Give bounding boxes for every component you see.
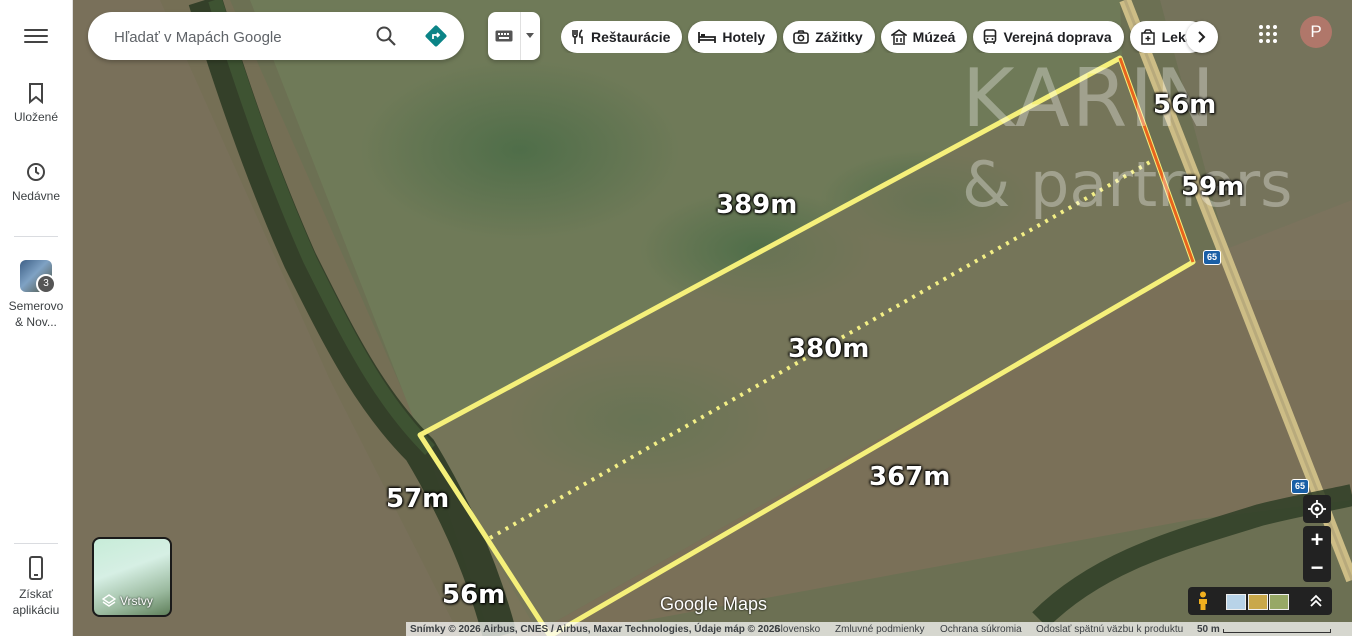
apps-grid-icon[interactable] — [1258, 24, 1278, 44]
imagery-tray — [1188, 587, 1332, 615]
bus-icon — [984, 29, 997, 44]
zoom-out-button[interactable]: − — [1303, 554, 1331, 582]
sidebar-item-saved[interactable]: Uložené — [0, 82, 72, 124]
chip-label: Hotely — [722, 29, 766, 45]
pegman-icon[interactable] — [1196, 591, 1210, 611]
measurement-left-lower: 56m — [442, 580, 506, 610]
country-link[interactable]: Slovensko — [774, 624, 820, 635]
measurement-left-upper: 57m — [386, 484, 450, 514]
chip-label: Reštaurácie — [591, 29, 671, 45]
feedback-link[interactable]: Odoslať spätnú väzbu k produktu — [1036, 624, 1183, 635]
layers-button[interactable]: Vrstvy — [92, 537, 172, 617]
keyboard-icon — [495, 30, 513, 42]
sidebar-item-label: Semerovo & Nov... — [8, 299, 64, 329]
pharmacy-icon — [1140, 29, 1155, 45]
search-icon[interactable] — [374, 24, 398, 48]
chips-next-button[interactable] — [1186, 21, 1218, 53]
imagery-thumb-3[interactable] — [1269, 594, 1289, 610]
road-shield: 65 — [1203, 250, 1221, 265]
terms-link[interactable]: Zmluvné podmienky — [835, 624, 924, 635]
chip-label: Verejná doprava — [1003, 29, 1112, 45]
scale-bar — [1223, 629, 1331, 633]
privacy-link[interactable]: Ochrana súkromia — [940, 624, 1022, 635]
zoom-in-button[interactable]: + — [1303, 526, 1331, 554]
expand-up-icon[interactable] — [1310, 594, 1322, 608]
measurement-middle: 380m — [788, 334, 870, 364]
divider — [520, 12, 521, 60]
get-app-button[interactable]: Získať aplikáciu — [0, 556, 72, 618]
search-input[interactable] — [112, 26, 356, 48]
chip-label: Múzeá — [912, 29, 956, 45]
phone-icon — [29, 556, 43, 580]
history-icon — [27, 163, 45, 181]
road-shield: 65 — [1291, 479, 1309, 494]
chevron-right-icon — [1198, 31, 1206, 43]
google-maps-logo: Google Maps — [660, 594, 768, 614]
chip-museums[interactable]: Múzeá — [880, 21, 968, 53]
place-count-badge: 3 — [36, 274, 56, 294]
directions-icon[interactable] — [424, 24, 448, 48]
imagery-thumb-1[interactable] — [1226, 594, 1246, 610]
layers-label-wrap: Vrstvy — [102, 594, 153, 608]
measurement-right-upper: 56m — [1153, 90, 1217, 120]
fork-knife-icon — [572, 29, 583, 44]
divider — [14, 543, 58, 544]
sidebar-item-label: Uložené — [13, 110, 59, 124]
attribution-bar: Snímky © 2026 Airbus, CNES / Airbus, Max… — [406, 622, 1352, 636]
category-chips: Reštaurácie Hotely Zážitky Múzeá Verejná… — [561, 21, 1217, 53]
measurement-bottom: 367m — [869, 462, 951, 492]
my-location-button[interactable] — [1303, 495, 1331, 523]
chip-restaurants[interactable]: Reštaurácie — [561, 21, 683, 53]
search-box — [88, 12, 464, 60]
chip-hotels[interactable]: Hotely — [688, 21, 778, 53]
scale-label[interactable]: 50 m — [1197, 624, 1220, 635]
sidebar-item-recent-place[interactable]: 3 Semerovo & Nov... — [0, 260, 72, 330]
sidebar: Uložené Nedávne 3 Semerovo & Nov... Získ… — [0, 0, 73, 636]
layers-icon — [102, 594, 116, 607]
sidebar-item-label: Získať aplikáciu — [12, 587, 60, 617]
chevron-down-icon[interactable] — [526, 33, 534, 39]
sidebar-item-recent[interactable]: Nedávne — [0, 161, 72, 203]
input-tools-button[interactable] — [488, 12, 540, 60]
bookmark-icon — [29, 83, 43, 104]
menu-icon[interactable] — [24, 26, 48, 46]
maps-window: KARIN & partners 389m 380m 367m 57m 56m … — [0, 0, 1352, 636]
imagery-thumb-2[interactable] — [1248, 594, 1268, 610]
measurement-right-lower: 59m — [1181, 172, 1245, 202]
chip-things-to-do[interactable]: Zážitky — [783, 21, 875, 53]
zoom-controls: + − — [1303, 526, 1331, 582]
layers-label: Vrstvy — [120, 594, 153, 608]
chip-transit[interactable]: Verejná doprava — [973, 21, 1124, 53]
chip-label: Zážitky — [815, 29, 863, 45]
measurement-top: 389m — [716, 190, 798, 220]
attribution-text: Snímky © 2026 Airbus, CNES / Airbus, Max… — [410, 624, 781, 635]
my-location-icon — [1308, 500, 1326, 518]
place-thumbnail: 3 — [20, 260, 56, 294]
divider — [14, 236, 58, 237]
sidebar-item-label: Nedávne — [11, 189, 61, 203]
museum-icon — [890, 29, 907, 45]
camera-icon — [793, 30, 809, 44]
account-avatar[interactable]: P — [1300, 16, 1332, 48]
bed-icon — [698, 32, 717, 43]
